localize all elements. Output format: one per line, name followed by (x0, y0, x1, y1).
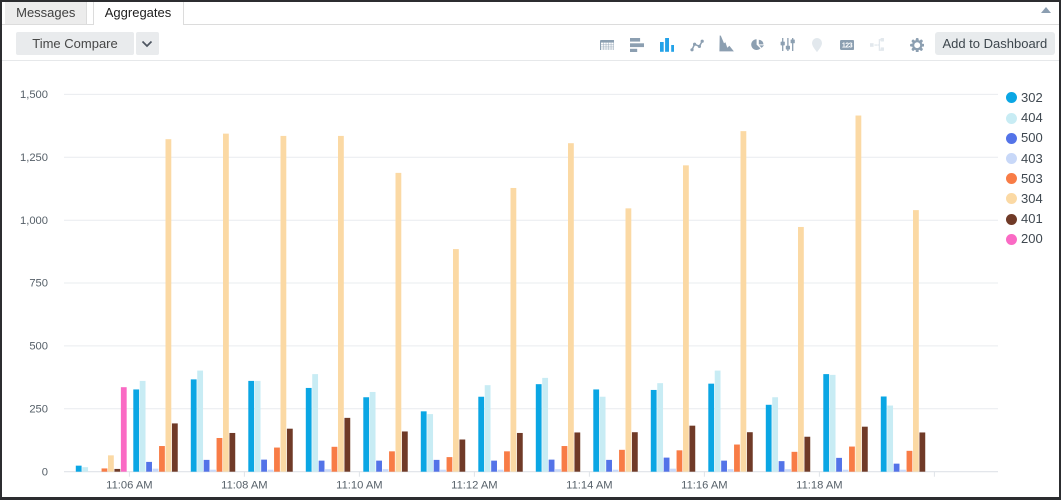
svg-text:11:10 AM: 11:10 AM (336, 480, 382, 492)
svg-text:1,500: 1,500 (20, 89, 48, 101)
svg-text:11:18 AM: 11:18 AM (796, 480, 842, 492)
svg-text:11:06 AM: 11:06 AM (106, 480, 152, 492)
svg-text:1,250: 1,250 (20, 152, 48, 164)
svg-text:500: 500 (29, 341, 48, 353)
svg-text:11:08 AM: 11:08 AM (221, 480, 267, 492)
svg-text:11:12 AM: 11:12 AM (451, 480, 497, 492)
svg-text:1,000: 1,000 (20, 215, 48, 227)
svg-text:11:16 AM: 11:16 AM (681, 480, 727, 492)
svg-text:11:14 AM: 11:14 AM (566, 480, 612, 492)
svg-text:250: 250 (29, 403, 48, 415)
svg-text:750: 750 (29, 278, 48, 290)
svg-text:0: 0 (42, 466, 48, 478)
